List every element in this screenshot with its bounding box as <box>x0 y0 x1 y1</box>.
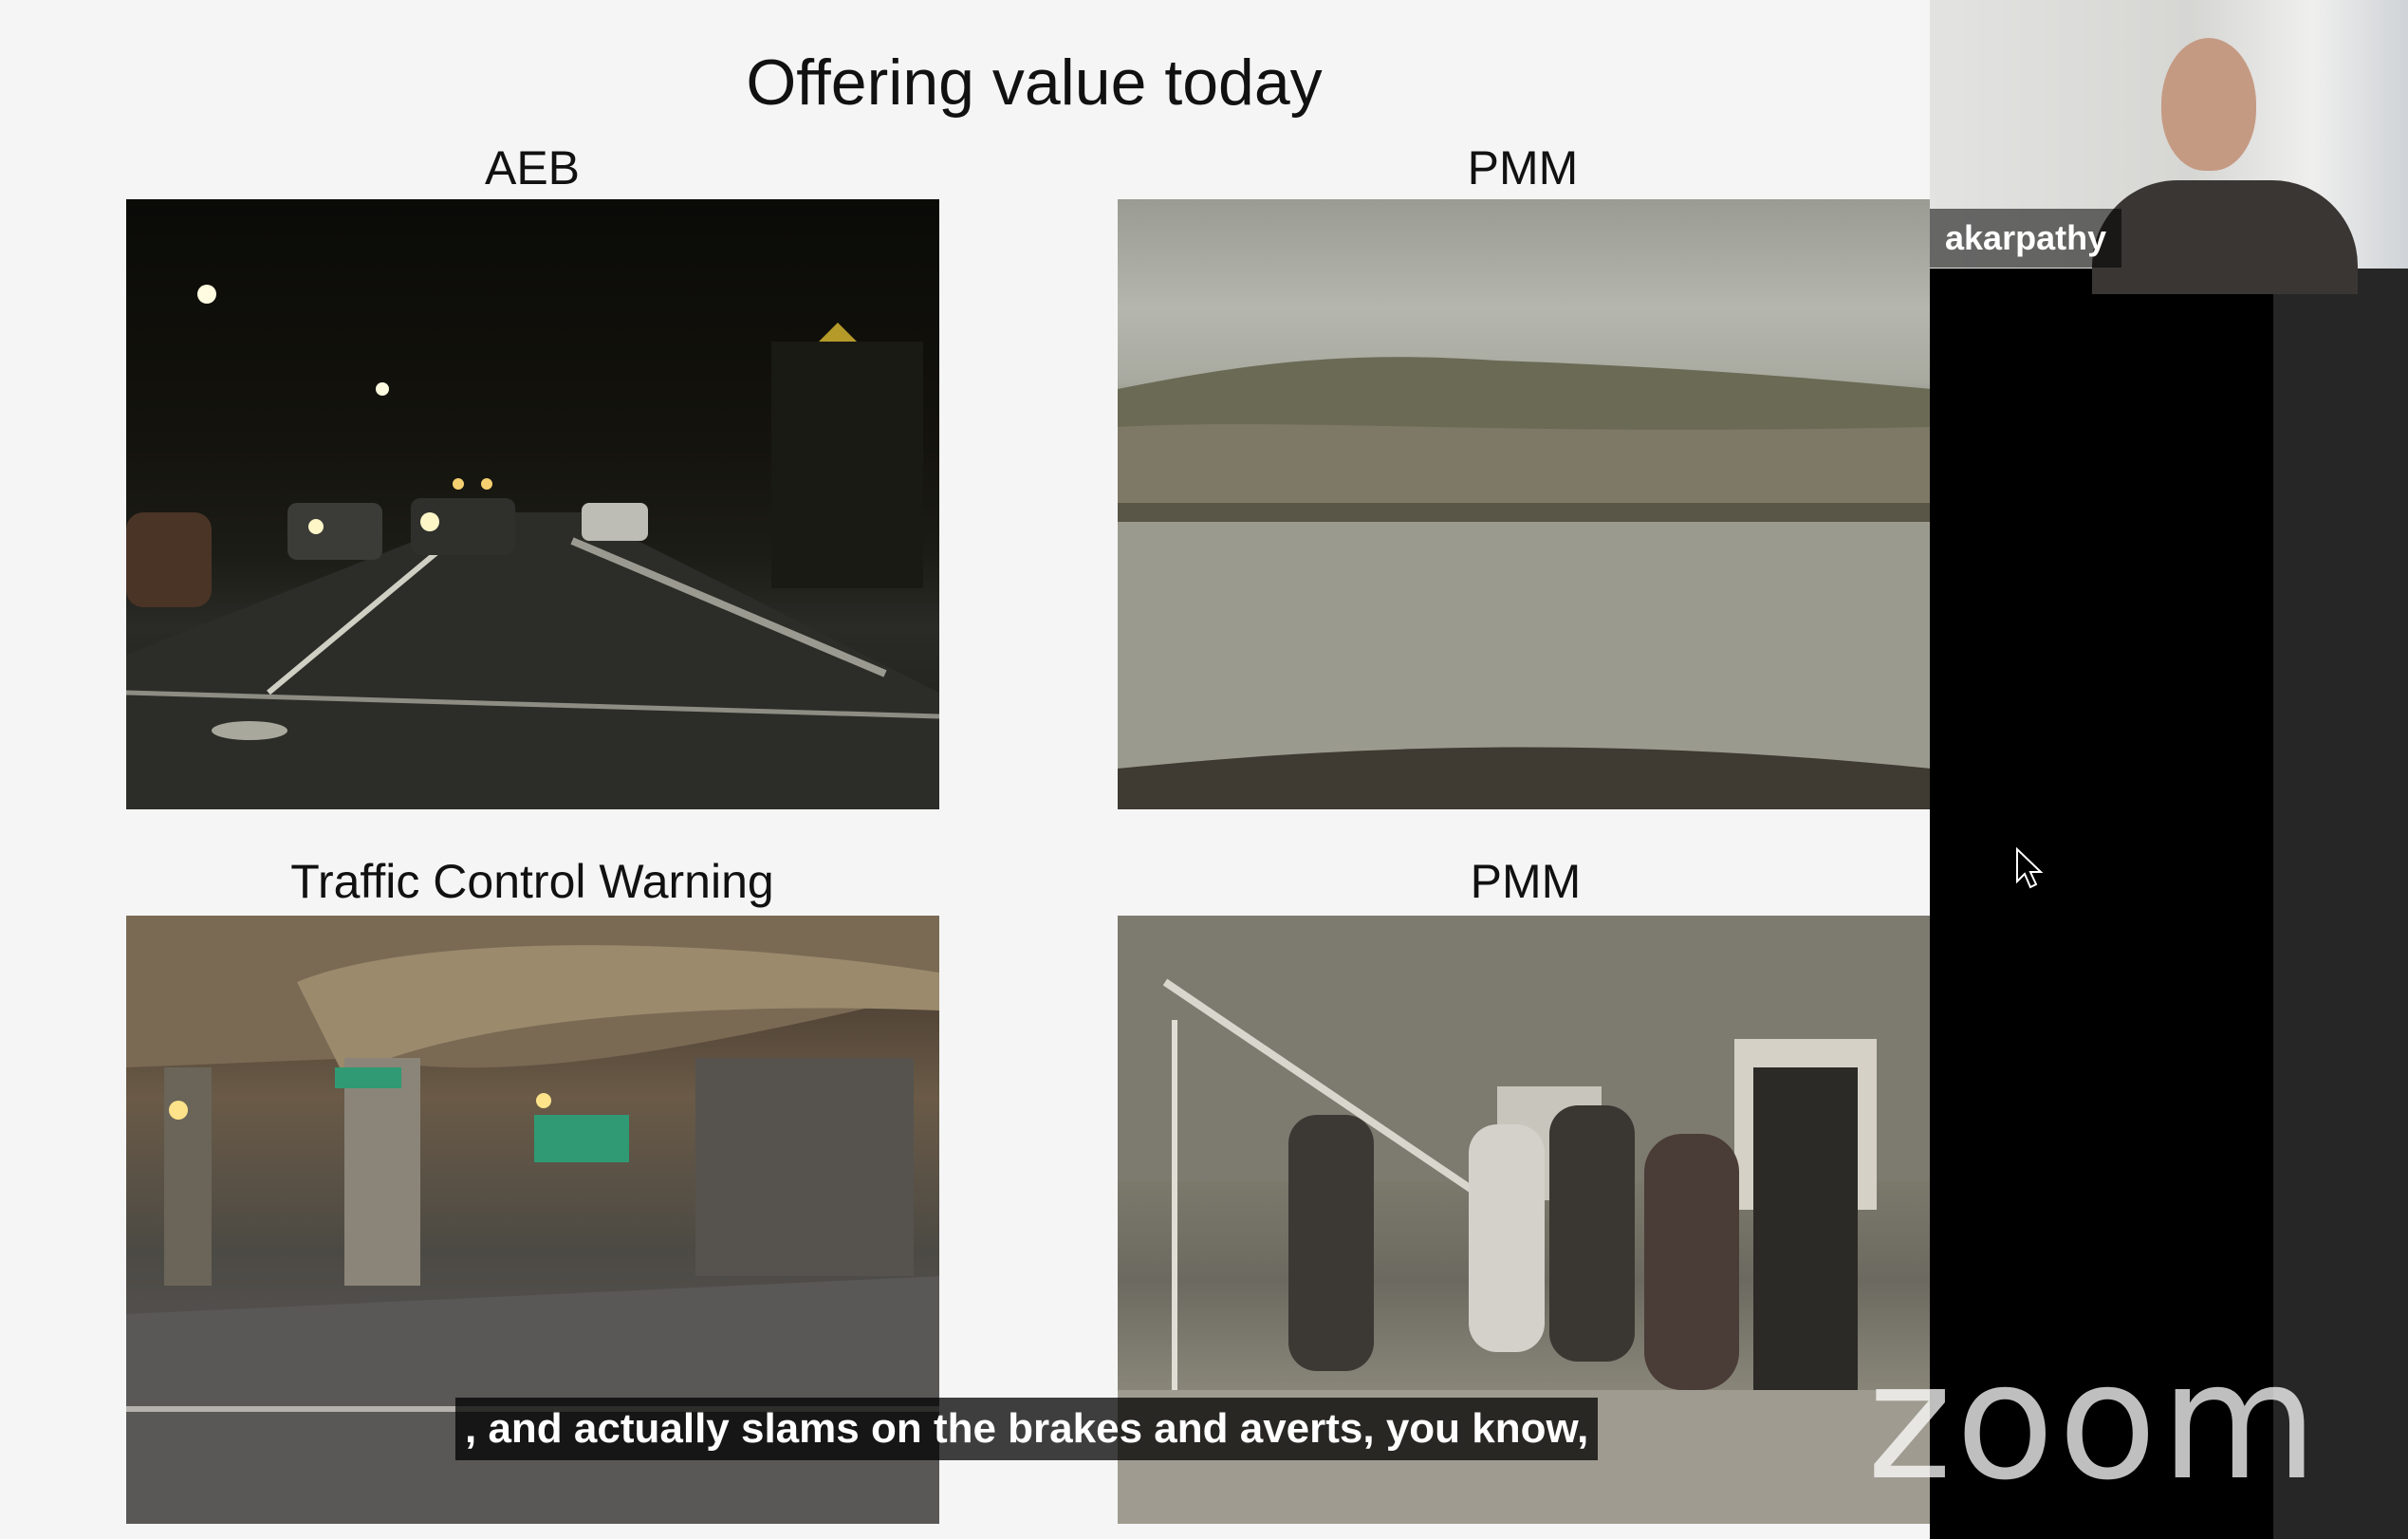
participant-body <box>2092 180 2358 294</box>
pmm-river-image <box>1118 199 1931 809</box>
participant-name-label: akarpathy <box>1930 209 2122 268</box>
aeb-night-street-image <box>126 199 939 809</box>
panel-label-traffic-control-warning: Traffic Control Warning <box>290 855 774 908</box>
shared-slide: Offering value today AEB PMM Traffic Con… <box>0 0 1931 1539</box>
aeb-scene-drawing <box>126 285 939 809</box>
panel-label-pmm-1: PMM <box>1467 141 1579 195</box>
panel-label-pmm-2: PMM <box>1470 855 1582 908</box>
mouse-cursor-icon <box>2016 847 2044 889</box>
participant-face <box>2161 38 2256 171</box>
slide-title: Offering value today <box>746 46 1323 119</box>
zoom-logo: zoom <box>1867 1328 2322 1516</box>
river-scene-drawing <box>1118 357 1931 809</box>
panel-label-aeb: AEB <box>484 141 581 195</box>
live-caption: , and actually slams on the brakes and a… <box>455 1398 1599 1460</box>
